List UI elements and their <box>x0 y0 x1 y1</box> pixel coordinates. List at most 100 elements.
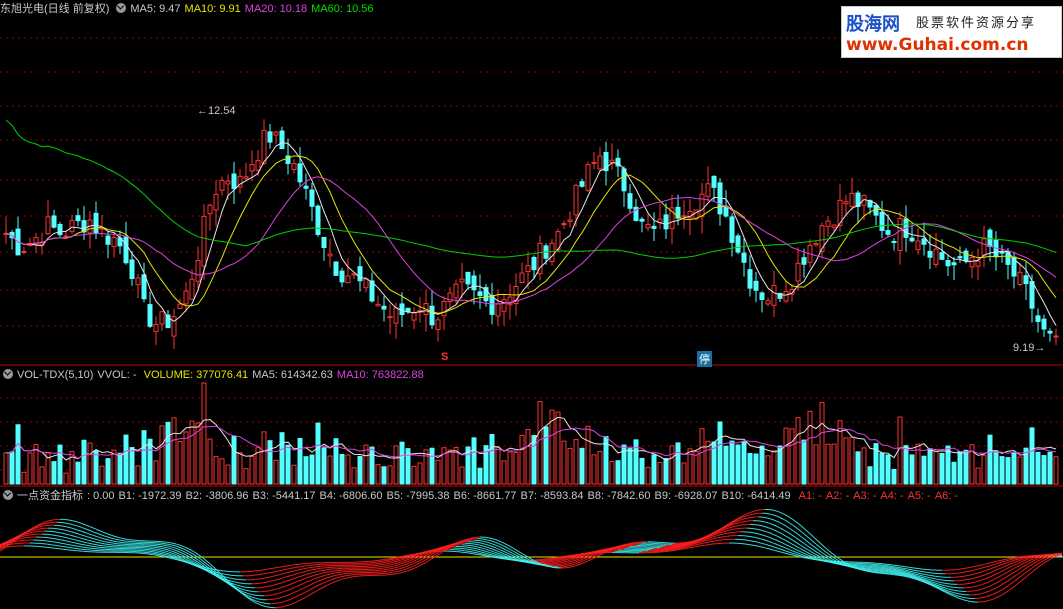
indicator-wave-segment <box>809 538 814 542</box>
candle-body <box>765 300 771 305</box>
indicator-wave-segment <box>557 558 562 560</box>
indicator-wave-segment <box>65 533 70 536</box>
indicator-wave-segment <box>1007 573 1012 577</box>
indicator-wave-segment <box>764 521 769 524</box>
indicator-wave-segment <box>182 548 187 551</box>
volume-bar <box>363 444 369 485</box>
dropdown-icon[interactable] <box>3 369 13 380</box>
indicator-wave-segment <box>794 545 799 548</box>
indicator-wave-segment <box>392 557 397 559</box>
indicator-wave-segment <box>773 509 778 512</box>
indicator-wave-segment <box>779 517 784 520</box>
indicator-wave-segment <box>104 535 109 538</box>
indicator-wave-segment <box>275 592 280 595</box>
indicator-wave-segment <box>266 576 271 579</box>
indicator-wave-segment <box>413 559 418 562</box>
indicator-wave-segment <box>992 573 997 576</box>
indicator-wave-segment <box>392 561 397 563</box>
indicator-wave-segment <box>173 551 178 554</box>
indicator-wave-segment <box>995 572 1000 575</box>
indicator-wave-segment <box>272 598 277 600</box>
indicator-wave-segment <box>413 557 418 560</box>
indicator-wave-segment <box>269 594 274 596</box>
indicator-wave-segment <box>692 544 697 546</box>
candle-body <box>735 235 741 253</box>
indicator-wave-segment <box>272 584 277 586</box>
indicator-wave-segment <box>101 531 106 534</box>
indicator-wave-segment <box>788 527 793 531</box>
indicator-wave-segment <box>62 546 67 548</box>
indicator-wave-segment <box>62 543 67 545</box>
indicator-wave-segment <box>479 540 484 542</box>
indicator-wave-segment <box>509 548 514 552</box>
volume-bar <box>771 450 777 485</box>
indicator-wave-segment <box>470 552 475 555</box>
indicator-wave-segment <box>770 509 775 511</box>
indicator-wave-segment <box>743 515 748 518</box>
indicator-wave-segment <box>83 527 88 530</box>
volume-bar <box>891 468 897 485</box>
indicator-wave-segment <box>797 533 802 537</box>
indicator-wave-segment <box>782 546 787 549</box>
volume-bar <box>783 427 789 485</box>
indicator-wave-segment <box>416 565 421 568</box>
indicator-wave-segment <box>482 543 487 545</box>
dropdown-icon[interactable] <box>116 3 127 14</box>
indicator-wave-segment <box>245 592 250 595</box>
volume-bar <box>297 437 303 485</box>
indicator-wave-segment <box>1016 557 1021 559</box>
volume-bar <box>9 451 15 485</box>
indicator-wave-segment <box>179 553 184 557</box>
indicator-wave-segment <box>995 596 1000 599</box>
indicator-wave-segment <box>86 525 91 528</box>
indicator-wave-segment <box>284 604 289 607</box>
indicator-wave-segment <box>803 546 808 550</box>
indicator-wave-segment <box>170 542 175 544</box>
indicator-wave-segment <box>563 559 568 561</box>
indicator-wave-segment <box>491 543 496 546</box>
indicator-wave-segment <box>566 559 571 562</box>
indicator-b-item: B9: -6928.07 <box>654 490 718 502</box>
guhai-logo: 股海网 股票软件资源分享 www.Guhai.com.cn <box>841 6 1062 58</box>
indicator-wave-segment <box>965 574 970 577</box>
indicator-wave-segment <box>674 549 679 551</box>
indicator-wave-segment <box>152 552 157 555</box>
indicator-wave-segment <box>113 538 118 540</box>
indicator-wave-segment <box>785 530 790 534</box>
indicator-wave-segment <box>938 583 943 586</box>
indicator-wave-segment <box>740 521 745 523</box>
indicator-wave-segment <box>71 544 76 547</box>
indicator-wave-segment <box>62 529 67 531</box>
indicator-wave-segment <box>395 560 400 562</box>
volume-bar <box>225 464 231 485</box>
indicator-wave-segment <box>776 520 781 524</box>
candle-body <box>945 260 951 267</box>
indicator-wave-segment <box>1001 560 1006 563</box>
indicator-wave-segment <box>989 598 994 601</box>
indicator-wave-segment <box>698 545 703 547</box>
dropdown-icon[interactable] <box>3 490 13 501</box>
indicator-wave-segment <box>788 532 793 536</box>
indicator-wave-segment <box>224 576 229 579</box>
low-price-label: 9.19→ <box>1013 342 1046 354</box>
indicator-wave-segment <box>485 550 490 553</box>
indicator-wave-segment <box>515 552 520 555</box>
volume-bar <box>525 429 531 485</box>
indicator-wave-segment <box>404 559 409 562</box>
indicator-wave-segment <box>59 542 64 544</box>
candle-body <box>225 180 231 185</box>
indicator-wave-segment <box>317 567 322 570</box>
indicator-wave-segment <box>743 513 748 516</box>
indicator-wave-segment <box>470 545 475 547</box>
indicator-wave-segment <box>302 570 307 573</box>
candle-body <box>135 277 141 286</box>
indicator-wave-segment <box>767 527 772 530</box>
indicator-wave-segment <box>491 538 496 540</box>
indicator-wave-segment <box>953 595 958 598</box>
indicator-wave-segment <box>1019 558 1024 561</box>
indicator-wave-segment <box>500 541 505 544</box>
indicator-wave-segment <box>731 525 736 528</box>
indicator-wave-segment <box>116 541 121 543</box>
indicator-wave-segment <box>962 599 967 601</box>
indicator-wave-segment <box>287 575 292 577</box>
